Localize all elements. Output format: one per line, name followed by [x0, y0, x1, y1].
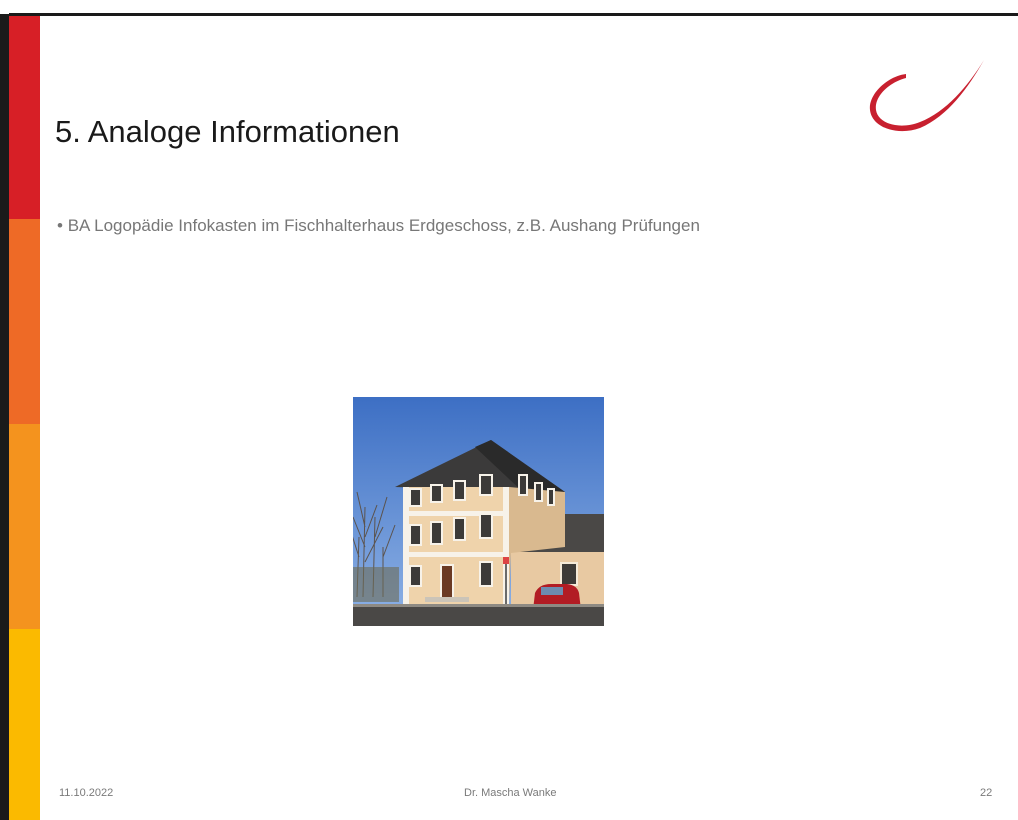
bullet-text: BA Logopädie Infokasten im Fischhalterha…: [67, 216, 700, 235]
bullet-item: • BA Logopädie Infokasten im Fischhalter…: [57, 216, 700, 236]
left-edge-rule: [0, 14, 9, 820]
footer-date: 11.10.2022: [59, 787, 114, 799]
swoosh-logo: [869, 60, 984, 132]
slide-title: 5. Analoge Informationen: [55, 114, 400, 149]
building-photo: [353, 397, 604, 626]
footer-page-number: 22: [980, 787, 993, 799]
bullet-marker: •: [57, 216, 63, 235]
slide: 5. Analoge Informationen • BA Logopädie …: [0, 0, 1018, 820]
top-rule: [9, 13, 1018, 16]
footer-author: Dr. Mascha Wanke: [464, 787, 557, 799]
